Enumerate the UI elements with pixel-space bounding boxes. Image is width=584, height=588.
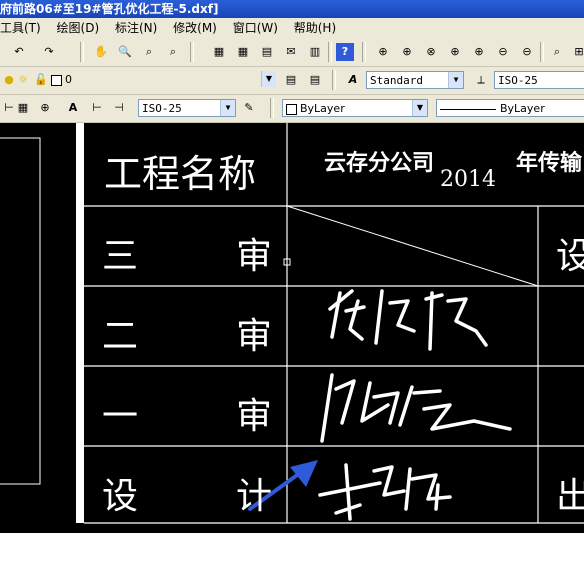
dim-center-icon[interactable]: ⊕ <box>36 99 54 117</box>
right-col-label: 设 <box>556 236 584 277</box>
zoom-in-icon[interactable]: ⊕ <box>470 43 488 61</box>
tool-palettes-icon[interactable]: ▤ <box>258 43 276 61</box>
dim-style-dropdown-icon[interactable]: ▼ <box>220 100 235 116</box>
color-select[interactable]: ByLayer ▼ <box>282 99 428 117</box>
border-frame <box>0 137 41 485</box>
zoom-extents2-icon[interactable]: ⊞ <box>570 43 584 61</box>
text-style-dropdown-icon[interactable]: ▼ <box>448 72 463 88</box>
menu-bar: 工具(T) 绘图(D) 标注(N) 修改(M) 窗口(W) 帮助(H) <box>0 18 584 38</box>
zoom-out-icon[interactable]: ⊖ <box>494 43 512 61</box>
toolbar-separator <box>540 42 544 62</box>
text-style-value: Standard <box>370 74 423 87</box>
window-title: 府前路06#至19#管孔优化工程-5.dxf] <box>0 2 219 16</box>
standard-toolbar: ↶ ↷ ✋ 🔍 ⌕ ⌕ ▦ ▦ ▤ ✉ ▥ ? ⊕ ⊕ ⊗ ⊕ ⊕ ⊖ ⊖ ⌕ … <box>0 38 584 67</box>
layer-color-swatch <box>51 74 62 86</box>
layer-dropdown-icon[interactable]: ▼ <box>261 71 276 87</box>
calculator-icon[interactable]: ▥ <box>306 43 324 61</box>
match-properties-icon[interactable]: ✎ <box>240 99 258 117</box>
diagonal-line <box>286 205 539 287</box>
undo-icon[interactable]: ↶ <box>10 43 28 61</box>
dim-update-icon[interactable]: ⊢ <box>88 99 106 117</box>
zoom-object-icon[interactable]: ⊕ <box>446 43 464 61</box>
row-label-right: 审 <box>236 236 273 277</box>
dim-style-icon: ⟂ <box>477 73 485 86</box>
drawing-canvas[interactable]: 工程名称 云存分公司 2014 年传输 三 审 二 审 一 审 设 计 设 出 <box>0 123 584 533</box>
menu-help[interactable]: 帮助(H) <box>294 18 336 38</box>
zoom-extents-icon[interactable]: ⊕ <box>374 43 392 61</box>
drawing-lines <box>0 123 584 524</box>
zoom-all-icon[interactable]: ⊖ <box>518 43 536 61</box>
menu-modify[interactable]: 修改(M) <box>173 18 217 38</box>
status-area <box>0 533 584 588</box>
signature-jiang-xuemin <box>320 373 512 443</box>
toolbar-separator <box>328 42 332 62</box>
zoom-scale-icon[interactable]: ⊕ <box>398 43 416 61</box>
signature-li-weiqiang <box>328 289 488 351</box>
project-label: 工程名称 <box>104 152 257 196</box>
layer-thaw-icon: ☼ <box>18 73 28 86</box>
row-label-left: 二 <box>102 316 139 357</box>
menu-tools[interactable]: 工具(T) <box>0 18 41 38</box>
dim-style-manager-icon[interactable]: ⊣ <box>110 99 128 117</box>
linetype-select[interactable]: ByLayer <box>436 99 584 117</box>
dim-aligned-icon[interactable]: ▦ <box>14 99 32 117</box>
zoom-center-icon[interactable]: ⊗ <box>422 43 440 61</box>
row-label-right: 审 <box>236 396 273 437</box>
thick-border <box>76 123 84 523</box>
dim-style-value-2: ISO-25 <box>142 102 182 115</box>
properties-toolbar: ⊢ ▦ ⊕ A ⊢ ⊣ ISO-25 ▼ ✎ ByLayer ▼ ByLayer <box>0 95 584 123</box>
linetype-value: ByLayer <box>500 102 545 115</box>
dim-text-edit-icon[interactable]: A <box>64 99 82 117</box>
layer-previous-icon[interactable]: ▤ <box>306 71 324 89</box>
right-col-label: 出 <box>556 476 584 517</box>
markup-icon[interactable]: ✉ <box>282 43 300 61</box>
dim-style-value: ISO-25 <box>498 74 538 87</box>
layer-toolbar: ● ☼ 🔓 0 ▼ ▤ ▤ A Standard ▼ ⟂ ISO-25 <box>0 67 584 95</box>
layer-select[interactable]: 0 ▼ <box>48 71 276 89</box>
zoom-previous-icon[interactable]: ⌕ <box>164 43 182 61</box>
zoom-realtime-icon[interactable]: 🔍 <box>116 43 134 61</box>
zoom-window2-icon[interactable]: ⌕ <box>548 43 566 61</box>
color-swatch <box>286 103 297 115</box>
dim-style-select[interactable]: ISO-25 <box>494 71 584 89</box>
toolbar-separator <box>332 70 336 90</box>
toolbar-separator <box>362 42 366 62</box>
toolbar-separator <box>80 42 84 62</box>
menu-draw[interactable]: 绘图(D) <box>57 18 100 38</box>
menu-window[interactable]: 窗口(W) <box>233 18 278 38</box>
window-title-bar: 府前路06#至19#管孔优化工程-5.dxf] <box>0 0 584 18</box>
design-center-icon[interactable]: ▦ <box>234 43 252 61</box>
row-label-right: 计 <box>236 476 273 517</box>
text-style-icon: A <box>348 73 358 86</box>
project-year: 2014 <box>440 167 496 192</box>
help-icon[interactable]: ? <box>336 43 354 61</box>
color-dropdown-icon[interactable]: ▼ <box>412 100 427 116</box>
dim-style-select-2[interactable]: ISO-25 ▼ <box>138 99 236 117</box>
zoom-window-icon[interactable]: ⌕ <box>140 43 158 61</box>
row-label-left: 一 <box>102 396 139 437</box>
pan-icon[interactable]: ✋ <box>92 43 110 61</box>
row-label-left: 三 <box>102 236 139 277</box>
project-name-suffix: 年传输 <box>516 150 583 176</box>
linetype-preview <box>440 108 496 110</box>
menu-dimension[interactable]: 标注(N) <box>115 18 157 38</box>
color-value: ByLayer <box>300 102 345 115</box>
signature-designer <box>318 463 452 521</box>
redo-icon[interactable]: ↷ <box>40 43 58 61</box>
row-label-right: 审 <box>236 316 273 357</box>
properties-icon[interactable]: ▦ <box>210 43 228 61</box>
row-label-left: 设 <box>102 476 139 517</box>
layer-value: 0 <box>65 73 72 86</box>
project-name: 云存分公司 <box>324 150 435 176</box>
text-style-select[interactable]: Standard ▼ <box>366 71 464 89</box>
toolbar-separator <box>270 98 274 118</box>
layer-state-icon[interactable]: ▤ <box>282 71 300 89</box>
toolbar-separator <box>190 42 194 62</box>
